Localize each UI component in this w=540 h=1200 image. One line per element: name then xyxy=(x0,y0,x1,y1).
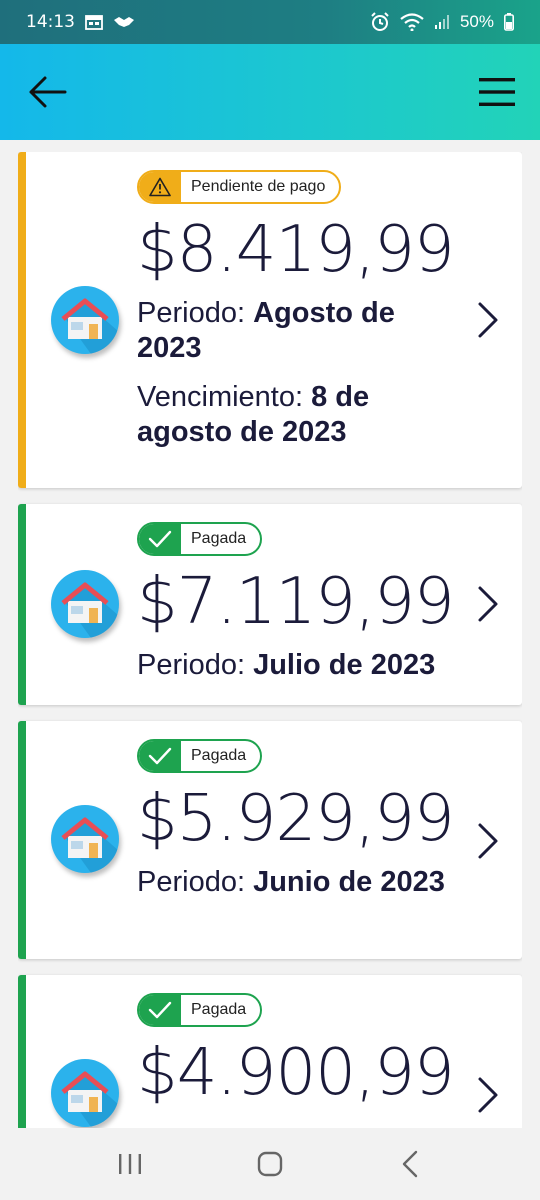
chevron-right-icon xyxy=(478,823,498,859)
hamburger-menu-icon xyxy=(479,78,515,106)
status-badge-label: Pagada xyxy=(191,747,247,764)
status-badge: Pagada xyxy=(137,993,263,1027)
chevron-right-icon xyxy=(478,1077,498,1113)
arrow-left-icon xyxy=(29,76,67,108)
status-badge: Pagada xyxy=(137,739,263,773)
status-time: 14:13 xyxy=(26,12,75,32)
checkmark-icon xyxy=(139,995,181,1025)
status-badge: Pagada xyxy=(137,522,263,556)
house-icon xyxy=(51,805,119,873)
back-button[interactable] xyxy=(22,67,72,117)
wifi-icon xyxy=(400,13,424,31)
status-right: 50% xyxy=(370,12,514,32)
bill-due-date: Vencimiento: 8 de agosto de 2023 xyxy=(137,380,467,450)
menu-button[interactable] xyxy=(472,67,522,117)
status-bar: 14:13 50% xyxy=(0,0,540,44)
status-badge: Pendiente de pago xyxy=(137,170,342,204)
recent-apps-icon xyxy=(119,1154,141,1174)
checkmark-icon xyxy=(139,741,181,771)
bill-list: Pendiente de pago $8.419,99 Periodo: Ago… xyxy=(18,152,522,1128)
bill-amount: $4.900,99 xyxy=(137,1036,455,1110)
bill-card-body: Pagada $7.119,99 Periodo: Julio de 2023 xyxy=(137,522,467,683)
period-value: Julio de 2023 xyxy=(253,649,436,681)
bill-card-body: Pagada $5.929,99 Periodo: Junio de 2023 xyxy=(137,739,467,900)
house-icon xyxy=(51,286,119,354)
home-icon xyxy=(257,1151,283,1177)
status-badge-label: Pagada xyxy=(191,1001,247,1018)
status-accent-bar xyxy=(18,504,26,705)
house-icon xyxy=(51,570,119,638)
checkmark-icon xyxy=(139,524,181,554)
period-label: Periodo: xyxy=(137,649,254,681)
bill-card-pending[interactable]: Pendiente de pago $8.419,99 Periodo: Ago… xyxy=(18,152,522,488)
bill-amount: $8.419,99 xyxy=(137,213,455,287)
signal-icon xyxy=(434,14,450,30)
status-accent-bar xyxy=(18,975,26,1128)
period-value: Junio de 2023 xyxy=(253,866,445,898)
bill-period: Periodo: Julio de 2023 xyxy=(137,648,467,683)
status-accent-bar xyxy=(18,152,26,488)
status-badge-label: Pagada xyxy=(191,530,247,547)
warning-triangle-icon xyxy=(139,172,181,202)
bill-period: Periodo: Junio de 2023 xyxy=(137,865,467,900)
bill-period: Periodo: Agosto de 2023 xyxy=(137,296,467,366)
bill-card-paid[interactable]: Pagada $5.929,99 Periodo: Junio de 2023 xyxy=(18,721,522,959)
handshake-icon xyxy=(113,15,135,29)
alarm-icon xyxy=(370,12,390,32)
bill-card-paid[interactable]: Pagada $4.900,99 xyxy=(18,975,522,1128)
calendar-icon xyxy=(85,14,103,30)
chevron-right-icon xyxy=(478,586,498,622)
bill-card-body: Pagada $4.900,99 xyxy=(137,993,467,1113)
status-badge-label: Pendiente de pago xyxy=(191,178,326,195)
period-label: Periodo: xyxy=(137,297,254,329)
app-header xyxy=(0,44,540,140)
bill-card-paid[interactable]: Pagada $7.119,99 Periodo: Julio de 2023 xyxy=(18,504,522,705)
bill-amount: $5.929,99 xyxy=(137,782,455,856)
battery-icon xyxy=(504,13,514,31)
house-icon xyxy=(51,1059,119,1127)
home-button[interactable] xyxy=(240,1134,300,1194)
due-label: Vencimiento: xyxy=(137,381,312,413)
status-accent-bar xyxy=(18,721,26,959)
bill-amount: $7.119,99 xyxy=(137,565,455,639)
battery-percent: 50% xyxy=(459,12,494,31)
chevron-right-icon xyxy=(478,302,498,338)
period-label: Periodo: xyxy=(137,866,254,898)
system-nav-bar xyxy=(0,1128,540,1200)
bill-card-body: Pendiente de pago $8.419,99 Periodo: Ago… xyxy=(137,170,467,450)
back-nav-button[interactable] xyxy=(380,1134,440,1194)
status-left: 14:13 xyxy=(26,12,135,32)
recent-apps-button[interactable] xyxy=(100,1134,160,1194)
chevron-left-icon xyxy=(402,1150,418,1178)
